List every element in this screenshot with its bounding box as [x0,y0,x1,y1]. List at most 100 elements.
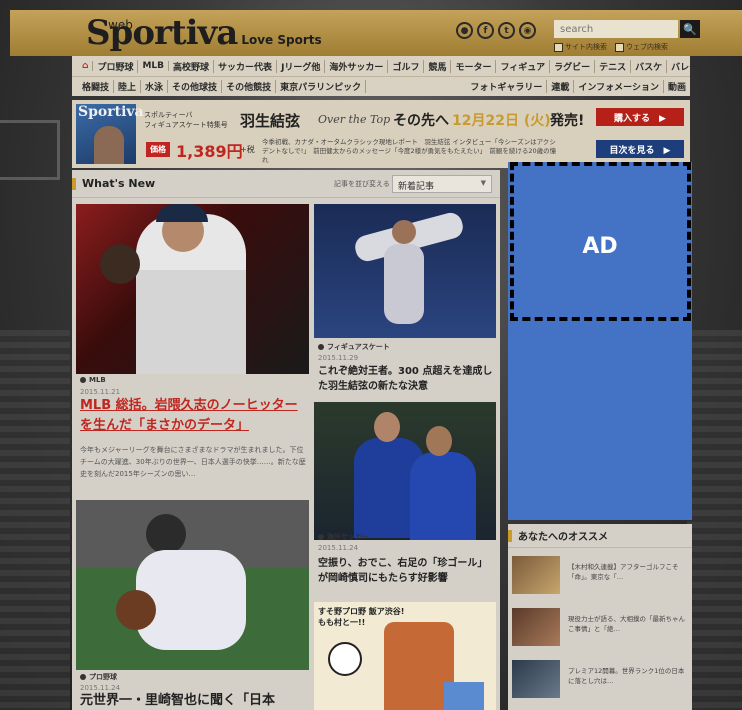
mlb-pitcher-photo[interactable] [76,204,309,374]
nav-item[interactable]: 高校野球 [169,59,215,73]
sort-label: 記事を並び変える [334,180,390,188]
banner-small-line2: フィギュアスケート特集号 [144,121,228,129]
card-3-date: 2015.11.24 [318,544,359,552]
nav-item[interactable]: その他競技 [222,80,277,93]
nav-item[interactable]: Jリーグ他 [277,59,326,73]
card-2-category: フィギュアスケート [318,342,390,352]
user-icon[interactable]: ● [456,22,473,39]
cover-athlete-image [94,126,124,164]
nav-item[interactable]: 格闘技 [78,80,115,93]
nav-item[interactable]: 陸上 [114,80,142,93]
banner-small-line1: スポルティーバ [144,111,193,119]
card-2-title[interactable]: これぞ絶対王者。300 点超えを達成した羽生結弦の新たな決意 [318,364,496,394]
nav-right-links: フォトギャラリー 連載 インフォメーション 動画 [466,80,690,93]
banner-small-text: スポルティーバ フィギュアスケート特集号 [144,110,228,130]
rec-thumb [512,660,560,698]
whats-new-title: What's New [82,177,156,190]
baseball-catcher-photo[interactable] [76,500,309,670]
twitter-icon[interactable]: t [498,22,515,39]
rec-item[interactable]: 【木村和久連載】アフターゴルフこそ「命」。東京な「… [512,556,690,598]
whats-new-panel: What's New 記事を並び変える 新着記事 MLB 2015.11.21 … [72,170,500,710]
nav-item[interactable]: ラグビー [550,59,596,73]
whats-new-header: What's New 記事を並び変える 新着記事 [72,170,500,198]
floodlight-decoration [0,120,60,180]
nav-item[interactable]: テニス [595,59,632,73]
card-4-date: 2015.11.24 [80,684,121,692]
card-1-title[interactable]: MLB 総括。岩隈久志のノーヒッターを生んだ「まさかのデータ」 [80,396,306,436]
nav-row-2: 格闘技 陸上 水泳 その他球技 その他競技 東京パラリンピック フォトギャラリー 連載 インフォ… [72,76,690,96]
home-icon[interactable]: ⌂ [78,61,94,71]
price-label: 価格 [146,142,170,157]
scope-site-checkbox[interactable]: サイト内検索 [554,42,607,52]
main-nav: ⌂ プロ野球 MLB 高校野球 サッカー代表 Jリーグ他 海外サッカー ゴルフ 競馬 モーターフ… [72,56,698,96]
nav-item[interactable]: サッカー代表 [214,59,278,73]
facebook-icon[interactable]: f [477,22,494,39]
logo-web-text: web [108,18,133,32]
search-scope: サイト内検索 ウェブ内検索 [554,42,668,52]
banner-release: 発売! [550,113,585,129]
rec-text: 【木村和久連載】アフターゴルフこそ「命」。東京な「… [568,563,679,581]
rec-thumb [512,608,560,646]
search-input[interactable] [554,20,678,38]
nav-item[interactable]: その他球技 [168,80,223,93]
card-4-category: プロ野球 [80,672,117,682]
rec-text: 現役力士が語る、大相撲の「最新ちゃんこ事情」と「絶… [568,615,685,633]
nav-right-item[interactable]: フォトギャラリー [466,80,548,93]
nav-item[interactable]: 海外サッカー [325,59,389,73]
banner-description: 今季初戦、カナダ・オータムクラシック現地レポート 羽生結弦 インタビュー「今シー… [262,138,557,164]
card-4-title[interactable]: 元世界一・里崎智也に聞く「日本 [80,692,306,710]
nav-item[interactable]: MLB [138,61,170,71]
nav-item[interactable]: 東京パラリンピック [276,80,367,93]
card-1-date: 2015.11.21 [80,388,121,396]
magazine-cover[interactable]: Sportiva [76,104,144,164]
left-stand-decoration [0,330,70,710]
figure-skater-photo[interactable] [314,204,496,338]
table-of-contents-button[interactable]: 目次を見る ▶ [596,140,684,158]
nav-right-item[interactable]: 動画 [664,80,690,93]
recommendations-title: あなたへのオススメ [508,524,692,548]
page-container: web SportivaLove Sports ● f t ◉ 🔍 サイト内検索… [10,10,742,710]
price-value: 1,389円 [176,142,243,161]
card-3-title[interactable]: 空振り、おでこ、右足の「珍ゴール」が岡崎慎司にもたらす好影響 [318,556,496,586]
card-1-category: MLB [80,376,106,384]
nav-right-item[interactable]: 連載 [547,80,575,93]
card-1-text: 今年もメジャーリーグを舞台にさまざまなドラマが生まれました。下位チームの大躍進、… [80,446,306,478]
scope-web-checkbox[interactable]: ウェブ内検索 [615,42,668,52]
rec-item[interactable]: プレミア12開幕。世界ランク1位の日本に落とし穴は… [512,660,690,702]
site-logo[interactable]: web Sportiva Love Sports [86,16,322,57]
comic-illustration[interactable]: すそ野プロ野 飯ア渋谷! もも村と一!! [314,602,496,710]
buy-button[interactable]: 購入する ▶ [596,108,684,126]
nav-item[interactable]: ゴルフ [388,59,425,73]
nav-item[interactable]: モーター [451,59,497,73]
soccer-players-photo[interactable] [314,402,496,540]
nav-item[interactable]: バスケ [631,59,668,73]
nav-item[interactable]: フィギュア [496,59,551,73]
banner-over-the-top: Over the Top [318,113,391,126]
nav-right-item[interactable]: インフォメーション [574,80,664,93]
right-stand-decoration [687,330,742,710]
nav-item[interactable]: 競馬 [424,59,452,73]
banner-next: その先へ [393,113,449,129]
rec-thumb [512,556,560,594]
card-3-category: 海外サッカー [318,532,369,542]
social-links: ● f t ◉ [456,22,536,39]
magazine-cover-title: Sportiva [78,104,144,120]
banner-release-date: 12月22日 (火) [452,113,551,129]
nav-item[interactable]: 水泳 [141,80,169,93]
nav-item[interactable]: バレー [667,60,702,73]
site-header: web SportivaLove Sports ● f t ◉ 🔍 サイト内検索… [10,10,742,56]
rec-text: プレミア12開幕。世界ランク1位の日本に落とし穴は… [568,667,685,685]
recommendations-panel: あなたへのオススメ 【木村和久連載】アフターゴルフこそ「命」。東京な「… 現役力… [508,524,692,710]
price-tax: +税 [240,145,255,154]
search-icon: 🔍 [683,22,697,36]
nav-item[interactable]: プロ野球 [93,59,139,73]
search-button[interactable]: 🔍 [680,20,700,38]
rss-icon[interactable]: ◉ [519,22,536,39]
rec-item[interactable]: 現役力士が語る、大相撲の「最新ちゃんこ事情」と「絶… [512,608,690,650]
sort-select[interactable]: 新着記事 [392,175,492,193]
nav-row-1: ⌂ プロ野球 MLB 高校野球 サッカー代表 Jリーグ他 海外サッカー ゴルフ 競馬 モーターフ… [72,56,698,76]
card-2-date: 2015.11.29 [318,354,359,362]
ad-label: AD [582,234,618,259]
logo-tagline: Love Sports [241,33,322,47]
magazine-banner[interactable]: Sportiva スポルティーバ フィギュアスケート特集号 羽生結弦 Over … [72,100,690,168]
